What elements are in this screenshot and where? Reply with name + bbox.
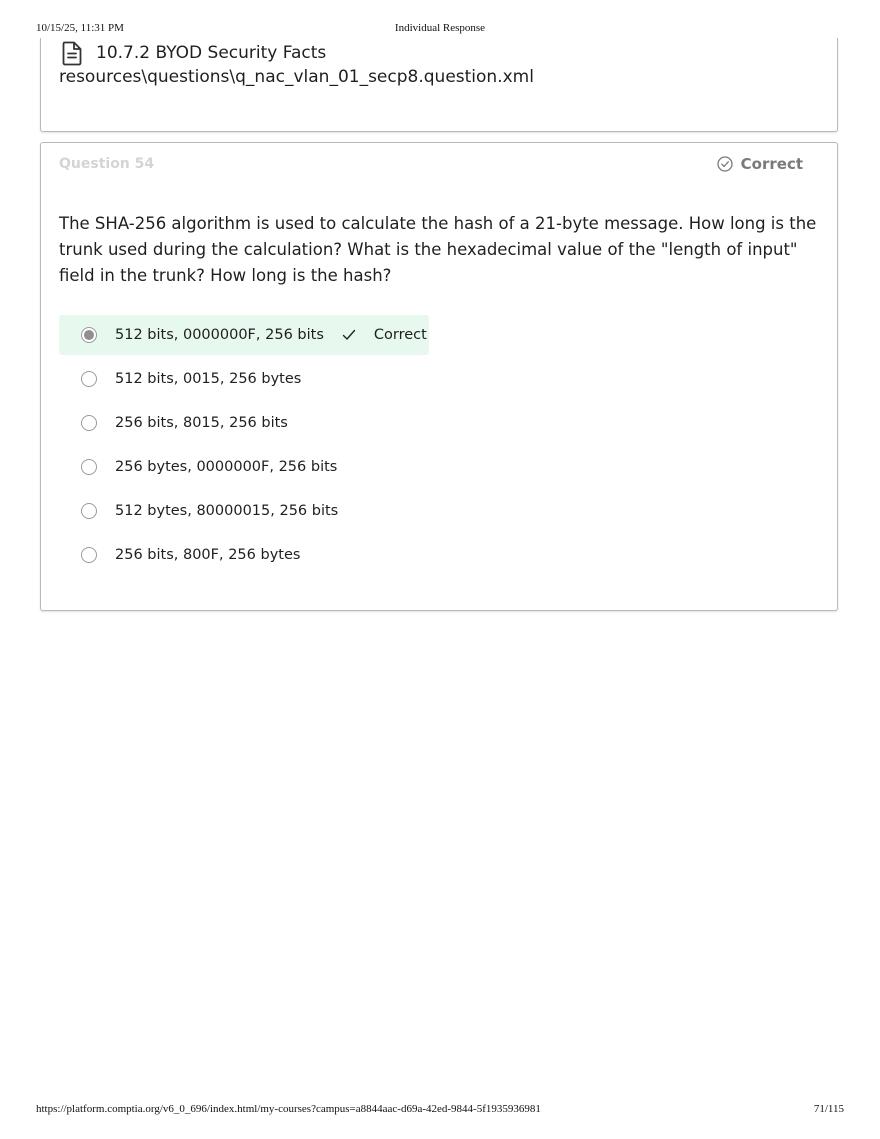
checkmark-icon	[342, 328, 356, 342]
answer-option[interactable]: 256 bytes, 0000000F, 256 bits	[59, 447, 429, 487]
question-card: Question 54 Correct The SHA-256 algorith…	[40, 142, 838, 611]
answer-label: 256 bytes, 0000000F, 256 bits	[115, 459, 338, 475]
print-title: Individual Response	[394, 22, 486, 34]
check-circle-icon	[717, 156, 733, 172]
answer-option[interactable]: 256 bits, 800F, 256 bytes	[59, 535, 429, 575]
resource-card: 10.7.2 BYOD Security Facts resources\que…	[40, 38, 838, 132]
radio-button[interactable]	[81, 371, 97, 387]
print-header: 10/15/25, 11:31 PM Individual Response	[36, 22, 844, 36]
radio-button[interactable]	[81, 415, 97, 431]
radio-button[interactable]	[81, 459, 97, 475]
answer-option[interactable]: 512 bits, 0000000F, 256 bits Correct	[59, 315, 429, 355]
answer-option[interactable]: 256 bits, 8015, 256 bits	[59, 403, 429, 443]
answer-label: 256 bits, 800F, 256 bytes	[115, 547, 301, 563]
radio-button[interactable]	[81, 503, 97, 519]
radio-dot	[84, 330, 94, 340]
answer-list: 512 bits, 0000000F, 256 bits Correct 512…	[59, 315, 829, 579]
resource-path: resources\questions\q_nac_vlan_01_secp8.…	[59, 67, 534, 87]
radio-button-selected[interactable]	[81, 327, 97, 343]
resource-link[interactable]: 10.7.2 BYOD Security Facts	[61, 40, 326, 66]
answer-feedback-label: Correct	[373, 327, 427, 343]
answer-label: 256 bits, 8015, 256 bits	[115, 415, 288, 431]
question-text: The SHA-256 algorithm is used to calcula…	[59, 214, 817, 285]
radio-button[interactable]	[81, 547, 97, 563]
answer-option[interactable]: 512 bits, 0015, 256 bytes	[59, 359, 429, 399]
answer-label: 512 bits, 0015, 256 bytes	[115, 371, 302, 387]
print-url: https://platform.comptia.org/v6_0_696/in…	[36, 1103, 541, 1115]
answer-label: 512 bytes, 80000015, 256 bits	[115, 503, 339, 519]
answer-option[interactable]: 512 bytes, 80000015, 256 bits	[59, 491, 429, 531]
resource-title: 10.7.2 BYOD Security Facts	[96, 43, 327, 63]
question-status: Correct	[717, 155, 803, 173]
answer-label: 512 bits, 0000000F, 256 bits	[115, 327, 324, 343]
answer-feedback: Correct	[342, 327, 427, 343]
print-page-number: 71/115	[813, 1103, 844, 1115]
question-status-label: Correct	[740, 155, 803, 173]
print-footer: https://platform.comptia.org/v6_0_696/in…	[36, 1103, 844, 1117]
question-number: Question 54	[59, 156, 155, 172]
document-icon	[61, 40, 83, 66]
